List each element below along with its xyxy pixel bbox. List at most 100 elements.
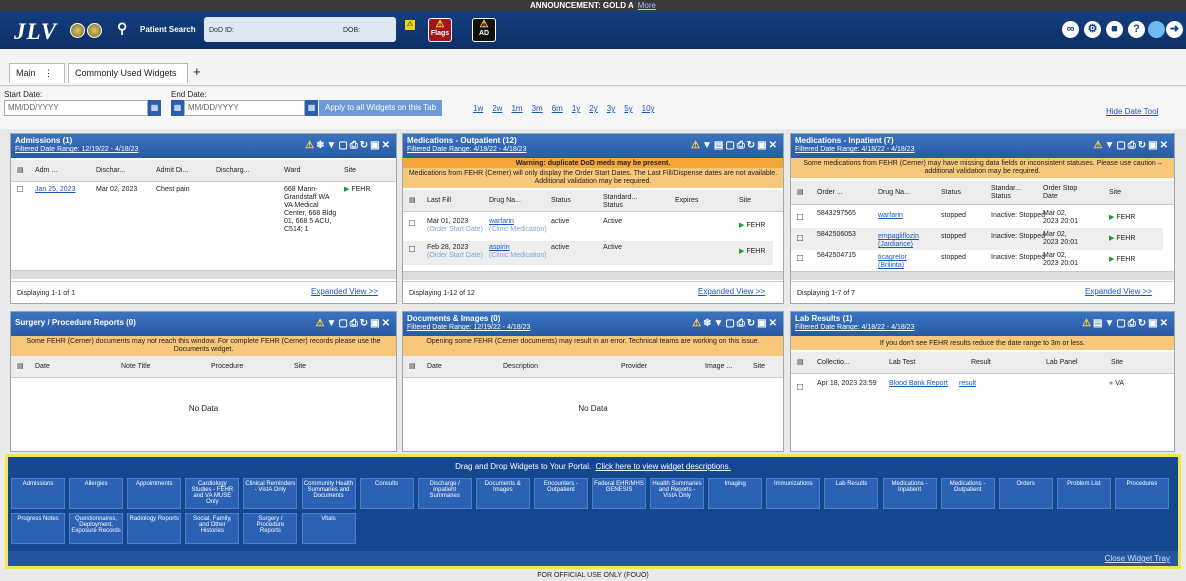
col-image[interactable]: Image ... (705, 363, 732, 371)
lab-test-link[interactable]: Blood Bank Report (889, 380, 948, 388)
widget-button[interactable]: Consults (359, 478, 414, 509)
col-status[interactable]: Status (551, 197, 571, 205)
widget-toolbar-icons[interactable]: ⚠▼▤▢⎙↻▣✕ (691, 140, 779, 151)
gear-icon[interactable]: ⚙ (1084, 21, 1101, 38)
col-site[interactable]: Site (739, 197, 751, 205)
widget-button[interactable]: Lab Results (824, 478, 879, 509)
col-status[interactable]: Status (941, 189, 961, 197)
expand-row-icon[interactable]: □ (409, 219, 415, 229)
expand-row-icon[interactable]: □ (797, 383, 803, 393)
col-site[interactable]: Site (1111, 359, 1123, 367)
widget-toolbar-icons[interactable]: ⚠▼▢⎙↻▣✕ (315, 318, 392, 329)
admissions-range[interactable]: Filtered Date Range: 12/19/22 - 4/18/23 (15, 146, 138, 153)
col-expires[interactable]: Expires (675, 197, 698, 205)
widget-button[interactable]: Medications - Outpatient (940, 478, 995, 509)
range-2w[interactable]: 2w (492, 104, 502, 113)
warning-icon[interactable]: ⚠ (692, 318, 703, 329)
widget-button[interactable]: Surgery / Procedure Reports (243, 513, 298, 544)
end-calendar-icon[interactable]: ▦ (305, 100, 318, 116)
status-circle-icon[interactable] (1148, 21, 1165, 38)
range-6m[interactable]: 6m (552, 104, 563, 113)
horizontal-scrollbar[interactable] (403, 271, 783, 280)
med-out-expanded-link[interactable]: Expanded View >> (698, 288, 765, 296)
column-chooser-icon[interactable]: ▤ (17, 167, 24, 175)
column-chooser-icon[interactable]: ▤ (409, 197, 416, 205)
range-1w[interactable]: 1w (473, 104, 483, 113)
flags-button[interactable]: ⚠ Flags (428, 18, 452, 42)
col-std-status[interactable]: Standard... Status (603, 194, 639, 210)
widget-button[interactable]: Imaging (708, 478, 763, 509)
horizontal-scrollbar[interactable] (791, 271, 1174, 280)
labs-range[interactable]: Filtered Date Range: 4/18/22 - 4/18/23 (795, 324, 914, 331)
widget-button[interactable]: Health Summaries and Reports - VistA Onl… (650, 478, 705, 509)
add-tab-button[interactable]: + (193, 64, 201, 79)
widget-button[interactable]: Clinical Reminders - VistA Only (243, 478, 298, 509)
start-date-input[interactable]: MM/DD/YYYY (4, 100, 148, 116)
col-procedure[interactable]: Procedure (211, 363, 243, 371)
widget-button[interactable]: Cardiology Studies - FEHR and VA MUSE On… (185, 478, 240, 509)
widget-button[interactable]: Medications - Inpatient (882, 478, 937, 509)
widget-button[interactable]: Social, Family, and Other Histories (185, 513, 240, 544)
widget-toolbar-icons[interactable]: ⚠▼▢⎙↻▣✕ (1093, 140, 1170, 151)
widget-button[interactable]: Vitals (301, 513, 356, 544)
warning-icon[interactable]: ⚠ (691, 140, 702, 151)
med-in-range[interactable]: Filtered Date Range: 4/18/22 - 4/18/23 (795, 146, 914, 153)
column-chooser-icon[interactable]: ▤ (17, 363, 24, 371)
range-3y[interactable]: 3y (607, 104, 615, 113)
widget-toolbar-icons[interactable]: ⚠❄▼▢⎙↻▣✕ (692, 318, 779, 329)
widget-button[interactable]: Admissions (11, 478, 65, 509)
warning-icon[interactable]: ⚠ (1093, 140, 1104, 151)
hide-date-tool-link[interactable]: Hide Date Tool (1106, 107, 1158, 116)
tab-main[interactable]: Main ⋮ (9, 63, 65, 83)
col-collection[interactable]: Collectio... (817, 359, 850, 367)
widget-button[interactable]: Community Health Summaries and Documents (301, 478, 356, 509)
col-site[interactable]: Site (753, 363, 765, 371)
col-date[interactable]: Date (427, 363, 442, 371)
widget-button[interactable]: Documents & Images (475, 478, 530, 509)
close-widget-tray-link[interactable]: Close Widget Tray (1105, 554, 1170, 563)
col-note-title[interactable]: Note Title (121, 363, 151, 371)
end-date-input[interactable]: MM/DD/YYYY (184, 100, 305, 116)
col-lab-panel[interactable]: Lab Panel (1046, 359, 1078, 367)
col-discharge-dx[interactable]: Discharg... (216, 167, 249, 175)
column-chooser-icon[interactable]: ▤ (797, 189, 804, 197)
col-date[interactable]: Date (35, 363, 50, 371)
range-1y[interactable]: 1y (572, 104, 580, 113)
warning-icon[interactable]: ⚠ (405, 20, 415, 30)
warning-icon[interactable]: ⚠ (1082, 318, 1093, 329)
range-5y[interactable]: 5y (624, 104, 632, 113)
apply-all-button[interactable]: Apply to all Widgets on this Tab (319, 100, 443, 116)
expand-row-icon[interactable]: □ (797, 254, 803, 264)
horizontal-scrollbar[interactable] (11, 270, 396, 279)
col-order[interactable]: Order ... (817, 189, 843, 197)
patient-search-button[interactable]: Patient Search (140, 25, 196, 34)
drug-link[interactable]: ticagrelor (Brilinta) (878, 254, 928, 270)
admission-date-link[interactable]: Jan 25, 2023 (35, 186, 75, 194)
ad-button[interactable]: ⚠ AD (472, 18, 496, 42)
expand-row-icon[interactable]: □ (797, 234, 803, 244)
col-std-status[interactable]: Standar... Status (991, 185, 1027, 201)
search-icon[interactable]: ⚲ (117, 20, 127, 37)
widget-button[interactable]: Radiology Reports (127, 513, 182, 544)
expand-row-icon[interactable]: □ (17, 185, 23, 195)
col-lab-test[interactable]: Lab Test (889, 359, 915, 367)
med-in-expanded-link[interactable]: Expanded View >> (1085, 288, 1152, 296)
column-chooser-icon[interactable]: ▤ (797, 359, 804, 367)
col-site[interactable]: Site (344, 167, 356, 175)
warning-icon[interactable]: ⚠ (305, 140, 316, 151)
range-10y[interactable]: 10y (642, 104, 655, 113)
col-site[interactable]: Site (294, 363, 306, 371)
col-description[interactable]: Description (503, 363, 538, 371)
drug-link[interactable]: warfarin (489, 218, 514, 226)
drug-link[interactable]: warfarin (878, 212, 903, 220)
widget-button[interactable]: Progress Notes (11, 513, 65, 544)
announcement-more-link[interactable]: More (638, 1, 656, 10)
col-provider[interactable]: Provider (621, 363, 647, 371)
col-ward[interactable]: Ward (284, 167, 300, 175)
widget-toolbar-icons[interactable]: ⚠▤▼▢⎙↻▣✕ (1082, 318, 1170, 329)
col-admit-dx[interactable]: Admit Di... (156, 167, 188, 175)
docs-range[interactable]: Filtered Date Range: 12/19/22 - 4/18/23 (407, 324, 530, 331)
widget-descriptions-link[interactable]: Click here to view widget descriptions. (596, 462, 731, 471)
widget-toolbar-icons[interactable]: ⚠❄▼▢⎙↻▣✕ (305, 140, 392, 151)
help-icon[interactable]: ? (1128, 21, 1145, 38)
